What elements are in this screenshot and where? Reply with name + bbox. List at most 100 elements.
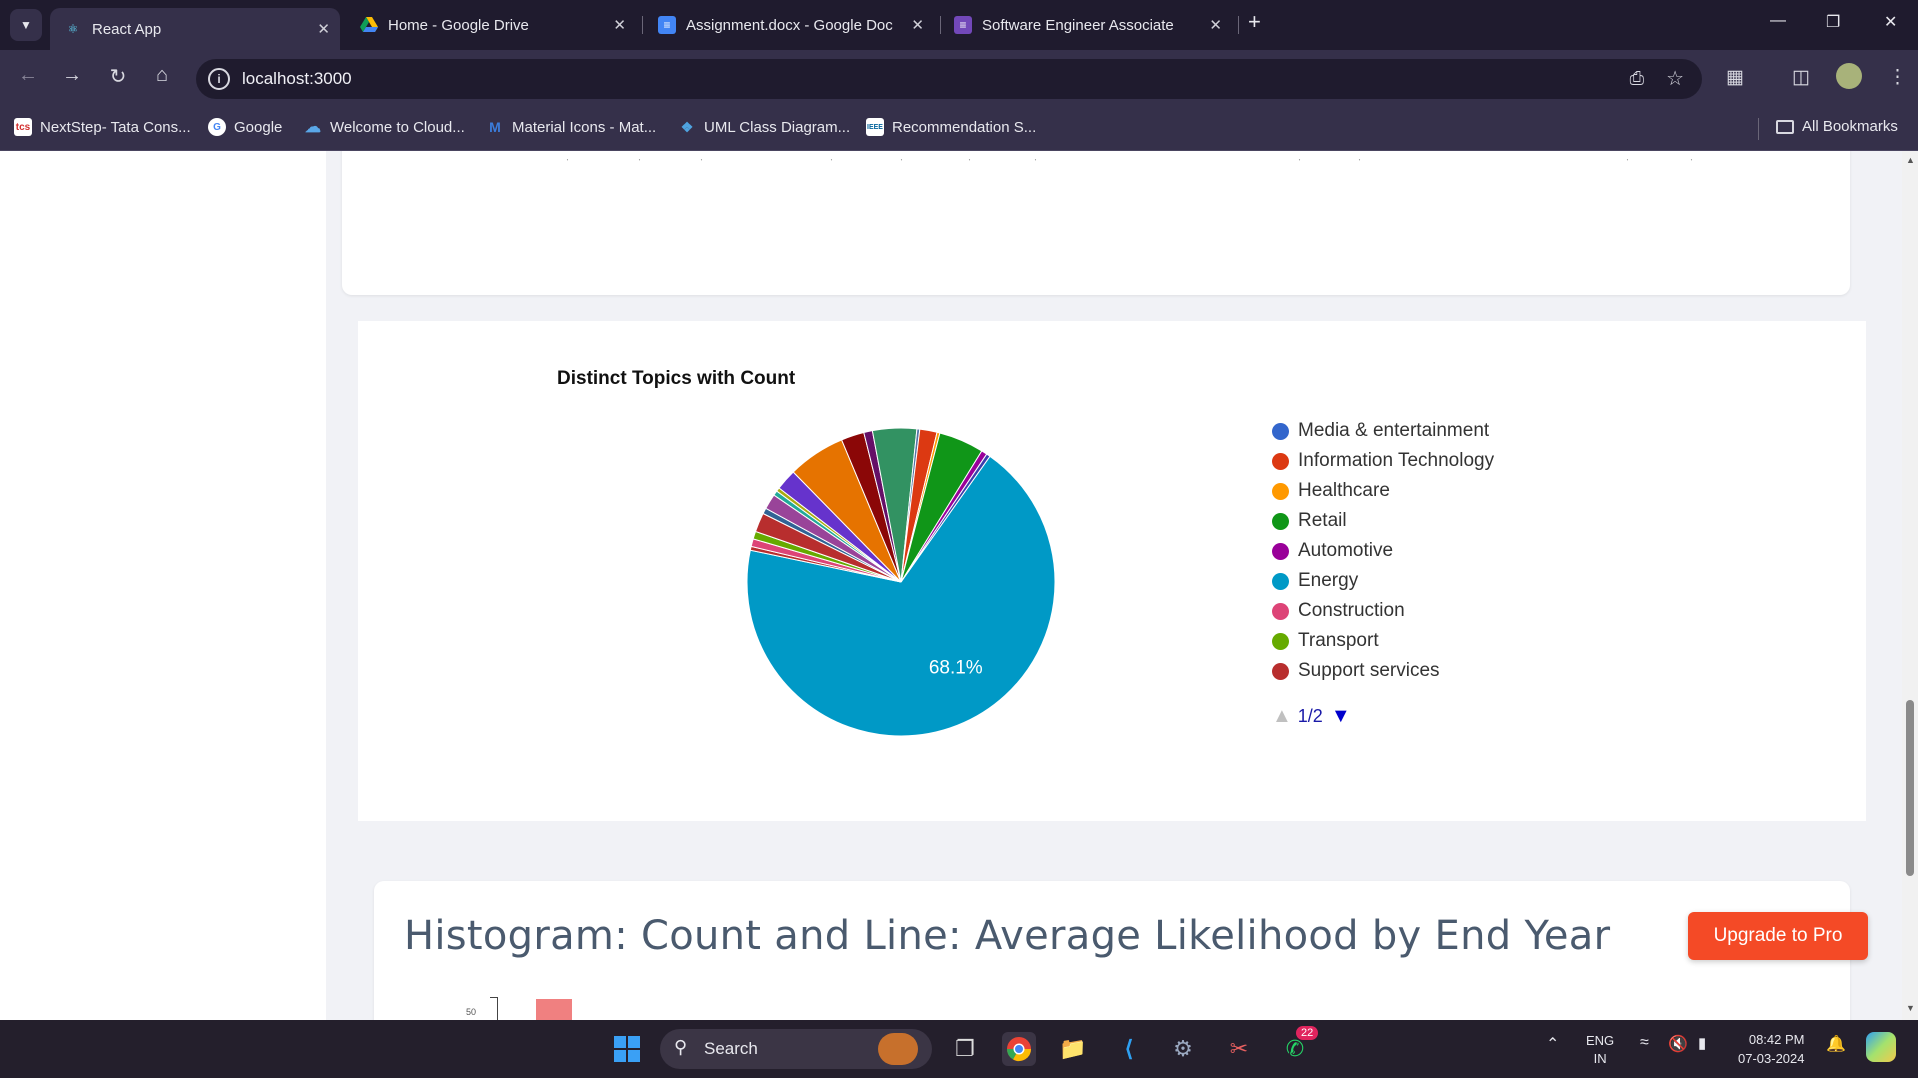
speaker-muted-icon[interactable]: 🔇	[1668, 1034, 1688, 1054]
home-button[interactable]: ⌂	[148, 64, 176, 87]
scroll-thumb[interactable]	[1906, 700, 1914, 876]
legend-item[interactable]: Transport	[1272, 626, 1494, 656]
bookmarks-divider	[1758, 118, 1759, 140]
all-bookmarks-button[interactable]: All Bookmarks	[1776, 118, 1898, 135]
vscode-icon[interactable]: ⟨	[1112, 1032, 1146, 1066]
reload-button[interactable]: ↻	[104, 64, 132, 89]
language-indicator[interactable]: ENG IN	[1586, 1032, 1614, 1068]
address-bar[interactable]: i localhost:3000 ⎙ ☆	[196, 59, 1702, 99]
legend-swatch	[1272, 602, 1289, 620]
axis-tick-fragment: .	[636, 153, 646, 163]
wifi-icon[interactable]: ≈	[1640, 1034, 1649, 1052]
axis-tick-fragment: .	[698, 153, 708, 163]
copilot-icon[interactable]	[1866, 1032, 1896, 1062]
folder-icon	[1776, 119, 1794, 134]
legend-label: Construction	[1298, 600, 1405, 621]
bookmark-material-icons[interactable]: M Material Icons - Mat...	[486, 118, 656, 136]
ieee-icon: IEEE	[866, 118, 884, 136]
browser-toolbar: ← → ↻ ⌂ i localhost:3000 ⎙ ☆ ▦ ◫ ⋮	[0, 50, 1918, 108]
histogram-title: Histogram: Count and Line: Average Likel…	[404, 913, 1611, 959]
legend-item[interactable]: Construction	[1272, 596, 1494, 626]
menu-icon[interactable]: ⋮	[1888, 66, 1907, 89]
bookmark-label: UML Class Diagram...	[704, 118, 851, 136]
close-icon[interactable]: ✕	[317, 20, 330, 38]
legend-item[interactable]: Media & entertainment	[1272, 416, 1494, 446]
task-view-icon[interactable]: ❐	[948, 1032, 982, 1066]
snipping-tool-icon[interactable]: ✂	[1222, 1032, 1256, 1066]
clock-time: 08:42 PM	[1748, 1032, 1805, 1047]
legend-item[interactable]: Automotive	[1272, 536, 1494, 566]
uml-icon: ❖	[680, 118, 694, 135]
close-icon[interactable]: ✕	[911, 16, 924, 34]
close-window-button[interactable]: ✕	[1884, 12, 1897, 32]
bookmark-nextstep[interactable]: tcs NextStep- Tata Cons...	[14, 118, 191, 136]
bookmark-uml[interactable]: ❖ UML Class Diagram...	[678, 118, 850, 136]
axis-tick-fragment: .	[1624, 153, 1634, 163]
legend-label: Support services	[1298, 660, 1440, 681]
bookmark-google[interactable]: G Google	[208, 118, 282, 136]
extensions-icon[interactable]: ▦	[1726, 66, 1744, 89]
legend-prev-button[interactable]: ▲	[1272, 705, 1292, 728]
upgrade-to-pro-button[interactable]: Upgrade to Pro	[1688, 912, 1868, 960]
tab-divider	[940, 16, 941, 34]
legend-item[interactable]: Energy	[1272, 566, 1494, 596]
histogram-y-tick: 50	[466, 1007, 477, 1017]
side-panel-icon[interactable]: ◫	[1792, 66, 1810, 89]
notification-bell-icon[interactable]: 🔔	[1826, 1034, 1846, 1054]
minimize-button[interactable]: —	[1770, 12, 1786, 30]
show-hidden-icons[interactable]: ⌃	[1546, 1034, 1559, 1054]
region-label: IN	[1593, 1051, 1607, 1066]
axis-tick-fragment: .	[1032, 153, 1042, 163]
new-tab-button[interactable]: +	[1248, 9, 1261, 35]
legend-label: Healthcare	[1298, 480, 1390, 501]
language-label: ENG	[1586, 1033, 1615, 1048]
windows-start-icon[interactable]	[610, 1032, 644, 1066]
windows-taskbar: ⚲ Search ❐ 📁 ⟨ ⚙ ✂ ✆ 22 ⌃ ENG IN ≈ 🔇 ▮ 0…	[0, 1020, 1918, 1078]
chrome-icon[interactable]	[1002, 1032, 1036, 1066]
avatar[interactable]	[1836, 63, 1862, 89]
sidebar	[0, 151, 326, 1020]
taskbar-search[interactable]: ⚲ Search	[660, 1029, 932, 1069]
info-icon[interactable]: i	[208, 68, 230, 90]
legend-item[interactable]: Healthcare	[1272, 476, 1494, 506]
bookmark-recommendation[interactable]: IEEE Recommendation S...	[866, 118, 1036, 136]
axis-tick-fragment: .	[966, 153, 976, 163]
star-icon[interactable]: ☆	[1666, 66, 1684, 91]
settings-icon[interactable]: ⚙	[1166, 1032, 1200, 1066]
legend-item[interactable]: Retail	[1272, 506, 1494, 536]
tab-assignment-docx[interactable]: ≡ Assignment.docx - Google Doc ✕	[644, 8, 934, 42]
bookmark-cloud[interactable]: ☁ Welcome to Cloud...	[304, 118, 465, 137]
browser-tab-strip: ▼ ⚛ React App ✕ Home - Google Drive ✕ ≡ …	[0, 0, 1918, 50]
close-icon[interactable]: ✕	[1209, 16, 1222, 34]
back-button[interactable]: ←	[14, 64, 42, 87]
tab-software-engineer[interactable]: ≡ Software Engineer Associate ✕	[942, 8, 1232, 42]
legend-page-indicator: 1/2	[1297, 706, 1323, 726]
tab-google-drive[interactable]: Home - Google Drive ✕	[346, 8, 636, 42]
whatsapp-icon[interactable]: ✆ 22	[1278, 1026, 1319, 1066]
scroll-down-arrow[interactable]: ▼	[1906, 1003, 1915, 1013]
legend-next-button[interactable]: ▼	[1331, 705, 1351, 728]
legend-item[interactable]: Support services	[1272, 656, 1494, 686]
scroll-up-arrow[interactable]: ▲	[1906, 155, 1915, 165]
legend-swatch	[1272, 512, 1289, 530]
legend-label: Automotive	[1298, 540, 1394, 561]
chart-legend: Media & entertainment Information Technol…	[1272, 416, 1494, 686]
legend-swatch	[1272, 662, 1289, 680]
legend-swatch	[1272, 572, 1289, 590]
clock[interactable]: 08:42 PM 07-03-2024	[1738, 1030, 1805, 1068]
legend-swatch	[1272, 542, 1289, 560]
forward-button[interactable]: →	[58, 64, 86, 87]
battery-icon[interactable]: ▮	[1698, 1034, 1706, 1052]
legend-swatch	[1272, 422, 1289, 440]
file-explorer-icon[interactable]: 📁	[1056, 1032, 1090, 1066]
page-scrollbar[interactable]: ▲ ▼	[1902, 151, 1918, 1020]
legend-item[interactable]: Information Technology	[1272, 446, 1494, 476]
close-icon[interactable]: ✕	[613, 16, 626, 34]
restore-button[interactable]: ❐	[1826, 12, 1840, 32]
cloud-icon: ☁	[305, 119, 321, 136]
tab-react-app[interactable]: ⚛ React App ✕	[50, 8, 340, 50]
install-icon[interactable]: ⎙	[1630, 68, 1644, 89]
bookmark-label: NextStep- Tata Cons...	[40, 118, 191, 136]
bookmarks-bar: tcs NextStep- Tata Cons... G Google ☁ We…	[0, 108, 1918, 151]
tab-list-button[interactable]: ▼	[10, 9, 42, 41]
